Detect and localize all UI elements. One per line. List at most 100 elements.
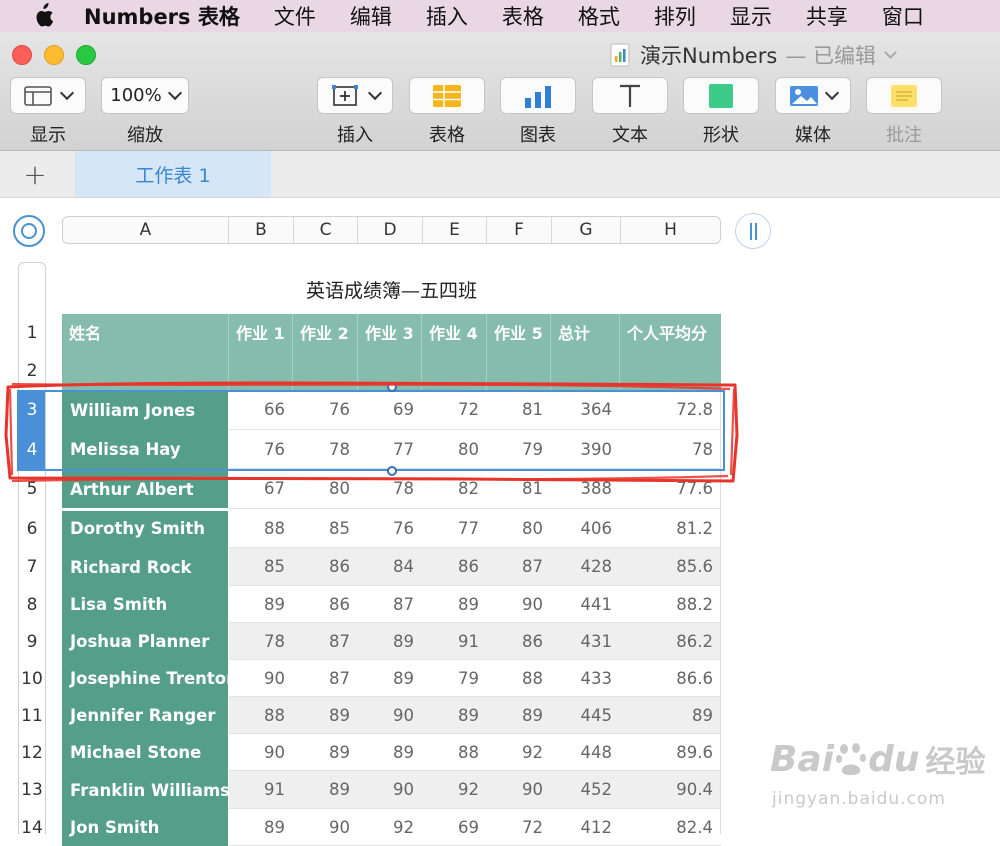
header-cell-hw4[interactable]: 作业 4 bbox=[422, 314, 487, 350]
value-cell[interactable]: 87 bbox=[293, 660, 358, 696]
value-cell[interactable]: 87 bbox=[293, 623, 358, 659]
value-cell[interactable]: 88 bbox=[487, 660, 551, 696]
value-cell[interactable]: 90.4 bbox=[620, 771, 721, 808]
menu-edit[interactable]: 编辑 bbox=[350, 1, 392, 31]
menu-file[interactable]: 文件 bbox=[274, 1, 316, 31]
column-header-c[interactable]: C bbox=[294, 217, 358, 243]
value-cell[interactable]: 86 bbox=[293, 586, 358, 622]
header-cell-hw5[interactable]: 作业 5 bbox=[487, 314, 551, 350]
value-cell[interactable]: 89 bbox=[229, 586, 293, 622]
row-number[interactable]: 1 bbox=[18, 314, 46, 352]
add-sheet-button[interactable]: + bbox=[18, 151, 52, 197]
value-cell[interactable]: 76 bbox=[358, 509, 422, 547]
header-cell-hw2[interactable]: 作业 2 bbox=[293, 314, 358, 350]
value-cell[interactable]: 86 bbox=[422, 548, 487, 585]
value-cell[interactable]: 91 bbox=[422, 623, 487, 659]
value-cell[interactable]: 87 bbox=[487, 548, 551, 585]
value-cell[interactable]: 89 bbox=[358, 623, 422, 659]
value-cell[interactable]: 89 bbox=[293, 734, 358, 770]
media-button[interactable] bbox=[775, 77, 851, 114]
value-cell[interactable]: 91 bbox=[229, 771, 293, 808]
header-cell-hw3[interactable]: 作业 3 bbox=[358, 314, 422, 350]
value-cell[interactable]: 89 bbox=[422, 697, 487, 733]
column-header-b[interactable]: B bbox=[229, 217, 294, 243]
row-number[interactable]: 10 bbox=[18, 660, 46, 697]
column-header-bar[interactable]: A B C D E F G H bbox=[62, 216, 721, 244]
value-cell[interactable]: 78 bbox=[229, 623, 293, 659]
insert-button[interactable] bbox=[317, 77, 393, 114]
menu-table[interactable]: 表格 bbox=[502, 1, 544, 31]
row-number[interactable]: 6 bbox=[18, 509, 46, 548]
zoom-window-button[interactable] bbox=[76, 45, 96, 65]
text-button[interactable] bbox=[592, 77, 668, 114]
value-cell[interactable]: 441 bbox=[551, 586, 620, 622]
value-cell[interactable]: 90 bbox=[229, 660, 293, 696]
menu-arrange[interactable]: 排列 bbox=[654, 1, 696, 31]
value-cell[interactable]: 452 bbox=[551, 771, 620, 808]
name-cell[interactable]: Richard Rock bbox=[62, 548, 228, 586]
value-cell[interactable]: 89 bbox=[293, 771, 358, 808]
window-title[interactable]: 演示Numbers — 已编辑 bbox=[610, 42, 897, 68]
value-cell[interactable]: 89 bbox=[620, 697, 721, 733]
value-cell[interactable]: 90 bbox=[293, 809, 358, 845]
value-cell[interactable]: 88 bbox=[422, 734, 487, 770]
value-cell[interactable]: 86 bbox=[487, 623, 551, 659]
apple-icon[interactable] bbox=[26, 0, 60, 32]
menu-view[interactable]: 显示 bbox=[730, 1, 772, 31]
table-button[interactable] bbox=[409, 77, 485, 114]
value-cell[interactable]: 88.2 bbox=[620, 586, 721, 622]
name-cell[interactable]: Josephine Trenton bbox=[62, 660, 238, 697]
value-cell[interactable]: 406 bbox=[551, 509, 620, 547]
value-cell[interactable]: 82.4 bbox=[620, 809, 721, 845]
close-window-button[interactable] bbox=[12, 45, 32, 65]
name-cell[interactable]: Jennifer Ranger bbox=[62, 697, 228, 734]
value-cell[interactable]: 428 bbox=[551, 548, 620, 585]
value-cell[interactable]: 89 bbox=[422, 586, 487, 622]
menu-window[interactable]: 窗口 bbox=[882, 1, 924, 31]
freeze-columns-button[interactable] bbox=[735, 213, 771, 249]
name-cell[interactable]: Lisa Smith bbox=[62, 586, 228, 623]
value-cell[interactable]: 90 bbox=[229, 734, 293, 770]
row-number[interactable]: 13 bbox=[18, 771, 46, 809]
value-cell[interactable]: 431 bbox=[551, 623, 620, 659]
value-cell[interactable]: 72 bbox=[487, 809, 551, 845]
tab-sheet-1[interactable]: 工作表 1 bbox=[75, 151, 271, 197]
column-header-d[interactable]: D bbox=[358, 217, 423, 243]
value-cell[interactable]: 433 bbox=[551, 660, 620, 696]
value-cell[interactable]: 85 bbox=[229, 548, 293, 585]
value-cell[interactable]: 77 bbox=[422, 509, 487, 547]
name-cell[interactable]: Joshua Planner bbox=[62, 623, 228, 660]
column-header-f[interactable]: F bbox=[487, 217, 552, 243]
value-cell[interactable]: 85.6 bbox=[620, 548, 721, 585]
menu-share[interactable]: 共享 bbox=[806, 1, 848, 31]
name-cell[interactable]: Jon Smith bbox=[62, 809, 228, 846]
name-cell[interactable]: Franklin Williams bbox=[62, 771, 230, 809]
value-cell[interactable]: 412 bbox=[551, 809, 620, 845]
menu-app-name[interactable]: Numbers 表格 bbox=[84, 1, 240, 31]
value-cell[interactable]: 79 bbox=[422, 660, 487, 696]
value-cell[interactable]: 92 bbox=[422, 771, 487, 808]
value-cell[interactable]: 90 bbox=[358, 697, 422, 733]
value-cell[interactable]: 89 bbox=[358, 734, 422, 770]
header-cell-total[interactable]: 总计 bbox=[551, 314, 620, 350]
value-cell[interactable]: 89 bbox=[358, 660, 422, 696]
value-cell[interactable]: 88 bbox=[229, 697, 293, 733]
row-number[interactable]: 9 bbox=[18, 623, 46, 660]
column-header-e[interactable]: E bbox=[423, 217, 487, 243]
value-cell[interactable]: 86.2 bbox=[620, 623, 721, 659]
zoom-select[interactable]: 100% bbox=[101, 77, 189, 114]
menu-insert[interactable]: 插入 bbox=[426, 1, 468, 31]
value-cell[interactable]: 87 bbox=[358, 586, 422, 622]
header-cell-name[interactable]: 姓名 bbox=[62, 314, 228, 350]
value-cell[interactable]: 90 bbox=[358, 771, 422, 808]
row-number[interactable]: 14 bbox=[18, 809, 46, 846]
view-button[interactable] bbox=[10, 77, 86, 114]
column-header-a[interactable]: A bbox=[63, 217, 229, 243]
row-number[interactable]: 11 bbox=[18, 697, 46, 734]
column-header-h[interactable]: H bbox=[621, 217, 720, 243]
value-cell[interactable]: 86.6 bbox=[620, 660, 721, 696]
value-cell[interactable]: 92 bbox=[358, 809, 422, 845]
row-number[interactable]: 8 bbox=[18, 586, 46, 623]
value-cell[interactable]: 86 bbox=[293, 548, 358, 585]
header-cell-hw1[interactable]: 作业 1 bbox=[229, 314, 293, 350]
